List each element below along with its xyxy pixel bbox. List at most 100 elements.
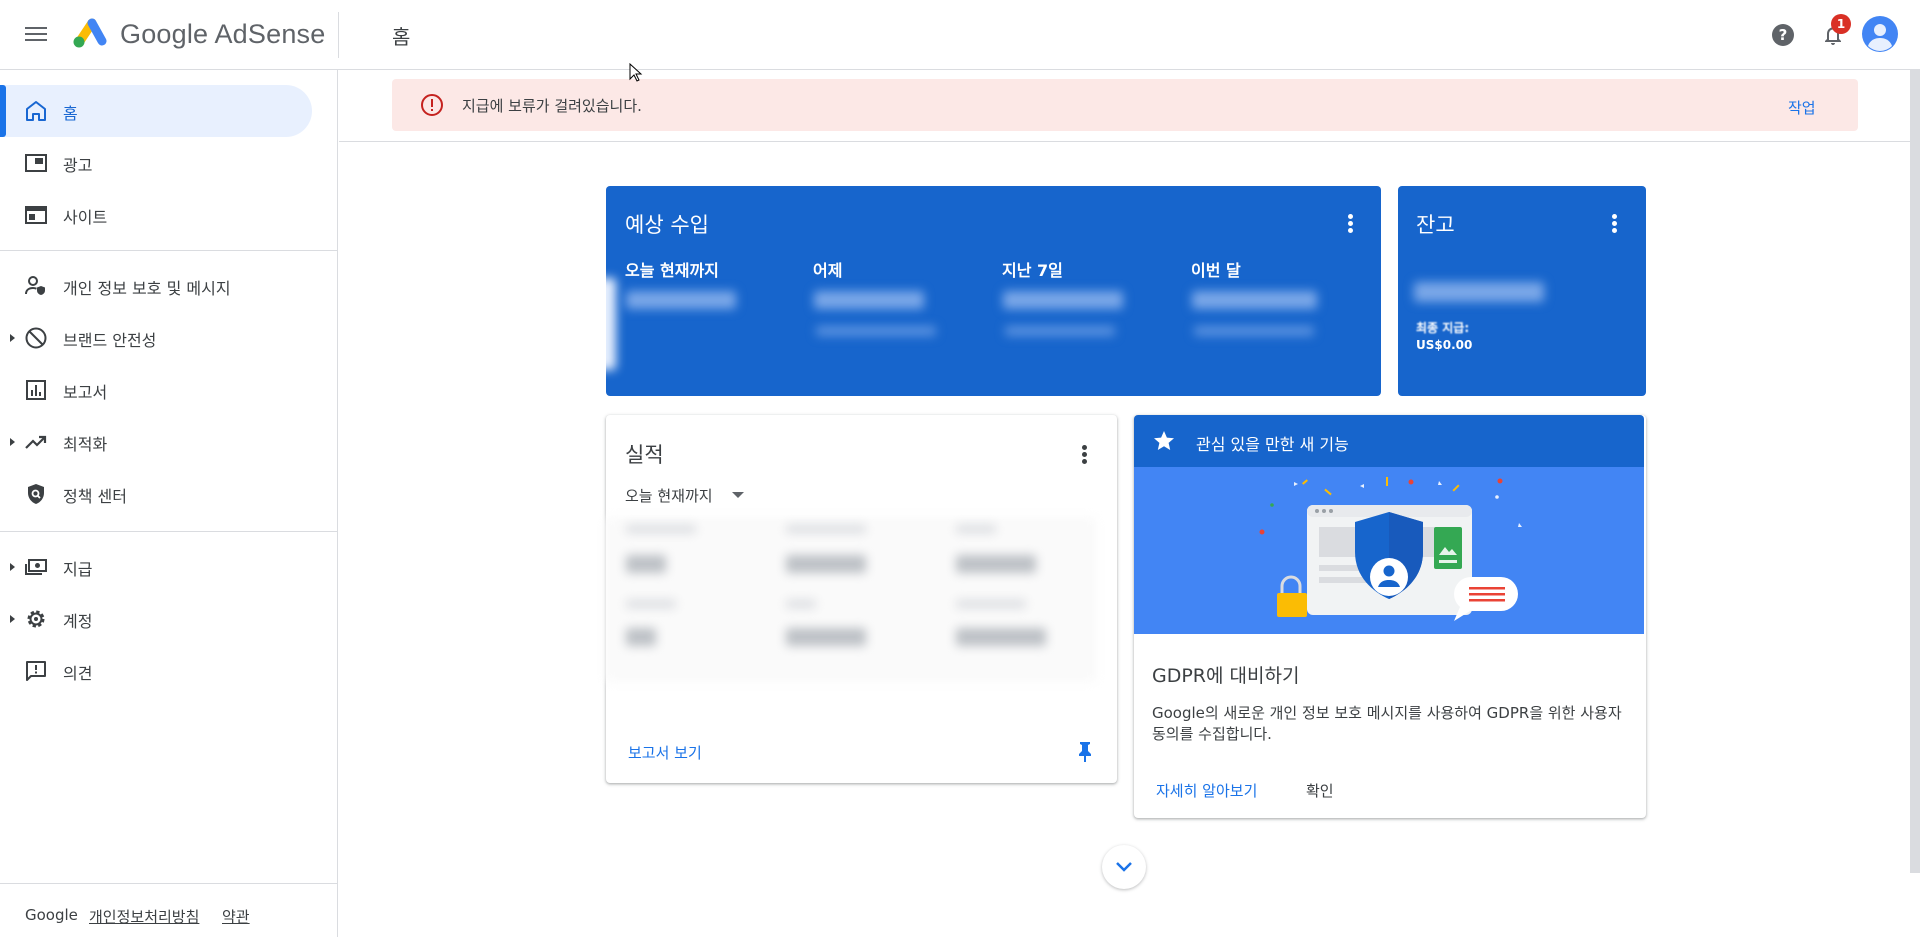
column-label-last-7-days: 지난 7일 xyxy=(1002,261,1063,280)
top-header: Google AdSense 홈 ? 1 xyxy=(0,0,1920,70)
redacted-value xyxy=(786,525,866,533)
menu-icon[interactable] xyxy=(24,23,48,47)
help-icon[interactable]: ? xyxy=(1771,23,1795,47)
redacted-value xyxy=(1414,282,1544,302)
sidebar-item-optimization[interactable]: 최적화 xyxy=(0,416,312,468)
expand-arrow-icon[interactable] xyxy=(10,334,15,342)
ok-button[interactable]: 확인 xyxy=(1306,780,1334,801)
footer-google-label: Google xyxy=(25,906,78,924)
more-options-icon[interactable] xyxy=(1612,214,1618,234)
sidebar-item-label: 지급 xyxy=(63,560,93,579)
redacted-value xyxy=(606,278,616,370)
sidebar-item-label: 정책 센터 xyxy=(63,487,127,506)
redacted-value xyxy=(626,291,736,309)
view-report-link[interactable]: 보고서 보기 xyxy=(628,742,702,763)
ads-icon xyxy=(25,154,47,172)
estimated-earnings-card: 예상 수입 오늘 현재까지 어제 지난 7일 이번 달 xyxy=(606,186,1381,396)
expand-arrow-icon[interactable] xyxy=(10,438,15,446)
adsense-logo-icon xyxy=(73,18,107,48)
scroll-down-button[interactable] xyxy=(1102,845,1146,889)
mouse-cursor-icon xyxy=(629,63,643,82)
sidebar-item-reports[interactable]: 보고서 xyxy=(0,364,312,416)
sidebar-item-policy-center[interactable]: 정책 센터 xyxy=(0,468,312,520)
redacted-value xyxy=(1194,326,1314,336)
redacted-value xyxy=(626,555,666,573)
feature-description: Google의 새로운 개인 정보 보호 메시지를 사용하여 GDPR을 위한 … xyxy=(1152,704,1622,743)
column-label-this-month: 이번 달 xyxy=(1191,261,1241,280)
privacy-icon xyxy=(25,276,45,295)
redacted-value xyxy=(786,628,866,646)
redacted-value xyxy=(626,628,656,646)
notification-badge: 1 xyxy=(1831,14,1851,34)
sidebar-nav: 홈 광고 사이트 개인 정보 보호 및 메시지 브랜드 안전성 보고서 최적화 … xyxy=(0,70,338,937)
alert-action-button[interactable]: 작업 xyxy=(1788,97,1816,118)
redacted-value xyxy=(814,291,924,309)
sidebar-item-home[interactable]: 홈 xyxy=(0,85,312,137)
redacted-value xyxy=(956,555,1036,573)
sidebar-item-payments[interactable]: 지급 xyxy=(0,541,312,593)
bar-chart-icon xyxy=(26,380,46,400)
sidebar-item-label: 사이트 xyxy=(63,208,108,227)
privacy-policy-link[interactable]: 개인정보처리방침 xyxy=(89,906,199,927)
sidebar-item-label: 계정 xyxy=(63,612,93,631)
sidebar-item-label: 홈 xyxy=(63,104,78,123)
sidebar-item-label: 의견 xyxy=(63,664,93,683)
card-title: 예상 수입 xyxy=(625,213,709,237)
last-payment-label: 최종 지급: xyxy=(1416,321,1470,335)
redacted-value xyxy=(626,600,676,608)
column-label-yesterday: 어제 xyxy=(813,261,843,280)
redacted-value xyxy=(956,628,1046,646)
expand-arrow-icon[interactable] xyxy=(10,615,15,623)
chevron-down-icon xyxy=(1116,862,1132,872)
sidebar-divider xyxy=(0,250,338,251)
feedback-icon xyxy=(26,661,46,681)
brand-name: Google AdSense xyxy=(120,19,326,49)
redacted-value xyxy=(816,326,936,336)
more-options-icon[interactable] xyxy=(1082,445,1088,465)
feature-title: GDPR에 대비하기 xyxy=(1152,665,1300,687)
redacted-value xyxy=(786,555,866,573)
redacted-value xyxy=(1005,326,1115,336)
sidebar-footer: Google 개인정보처리방침 약관 xyxy=(0,883,338,937)
gdpr-illustration-graphic xyxy=(1259,477,1522,621)
performance-card: 실적 오늘 현재까지 보고서 보기 xyxy=(606,415,1117,783)
terms-link[interactable]: 약관 xyxy=(222,906,250,927)
sidebar-item-label: 개인 정보 보호 및 메시지 xyxy=(63,279,231,298)
sidebar-divider xyxy=(0,531,338,532)
sidebar-item-label: 최적화 xyxy=(63,435,108,454)
header-divider xyxy=(338,12,339,58)
sidebar-item-label: 광고 xyxy=(63,156,93,175)
star-icon xyxy=(1154,431,1174,450)
alert-message: 지급에 보류가 걸려있습니다. xyxy=(462,97,642,115)
sites-icon xyxy=(25,206,47,224)
date-range-dropdown[interactable]: 오늘 현재까지 xyxy=(625,485,713,506)
sidebar-item-label: 보고서 xyxy=(63,383,108,402)
sidebar-item-feedback[interactable]: 의견 xyxy=(0,645,312,697)
more-options-icon[interactable] xyxy=(1348,214,1354,234)
sidebar-item-privacy-messaging[interactable]: 개인 정보 보호 및 메시지 xyxy=(0,260,312,312)
sidebar-item-label: 브랜드 안전성 xyxy=(63,331,157,350)
sidebar-item-ads[interactable]: 광고 xyxy=(0,137,312,189)
redacted-value xyxy=(1192,291,1317,309)
sidebar-item-brand-safety[interactable]: 브랜드 안전성 xyxy=(0,312,312,364)
card-title: 실적 xyxy=(625,443,664,467)
page-title: 홈 xyxy=(392,25,411,49)
column-label-today: 오늘 현재까지 xyxy=(625,261,719,280)
dropdown-caret-icon[interactable] xyxy=(732,492,744,498)
sidebar-item-account[interactable]: 계정 xyxy=(0,593,312,645)
sidebar-item-sites[interactable]: 사이트 xyxy=(0,189,312,241)
pin-icon[interactable] xyxy=(1076,741,1094,763)
home-icon xyxy=(26,101,46,121)
payment-hold-alert: 지급에 보류가 걸려있습니다. 작업 xyxy=(392,79,1858,131)
last-payment-value: US$0.00 xyxy=(1416,338,1473,352)
block-icon xyxy=(25,327,47,349)
redacted-value xyxy=(956,600,1026,608)
expand-arrow-icon[interactable] xyxy=(10,563,15,571)
account-avatar-icon[interactable] xyxy=(1862,16,1898,52)
learn-more-button[interactable]: 자세히 알아보기 xyxy=(1156,780,1257,801)
content-divider xyxy=(339,141,1910,142)
payments-icon xyxy=(25,559,47,575)
gdpr-illustration xyxy=(1134,467,1644,634)
scrollbar[interactable] xyxy=(1910,70,1920,873)
card-title: 잔고 xyxy=(1416,213,1455,237)
